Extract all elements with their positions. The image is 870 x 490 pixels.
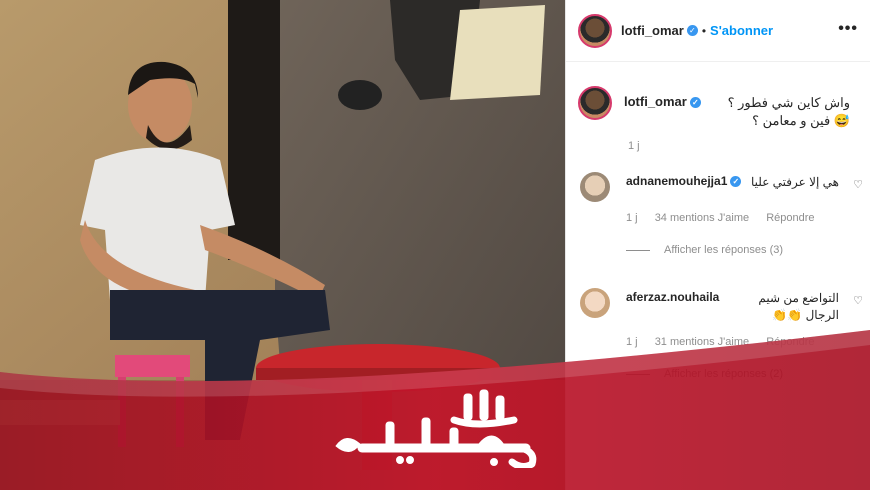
separator-dot: •	[701, 23, 707, 38]
more-options-icon[interactable]: •••	[838, 20, 858, 38]
reply-link[interactable]: Répondre	[766, 212, 814, 224]
verified-icon: ✓	[686, 25, 698, 36]
commenter-avatar[interactable]	[580, 288, 610, 318]
view-replies-text: Afficher les réponses (3)	[664, 244, 784, 256]
replies-divider-line	[626, 249, 650, 251]
comment-likes[interactable]: 34 mentions J'aime	[655, 212, 749, 224]
commenter-username[interactable]: adnanemouhejja1 ✓	[626, 174, 742, 188]
follow-button[interactable]: S'abonner	[710, 23, 773, 38]
comment-meta: 1 j 34 mentions J'aime Répondre	[626, 212, 829, 224]
comment-text: التواضع من شيم الرجال 👏👏	[758, 291, 839, 322]
comment-time: 1 j	[626, 336, 638, 348]
lalla-moulati-logo	[335, 389, 537, 468]
post-side-panel: lotfi_omar ✓ • S'abonner ••• lotfi_omar ✓…	[565, 0, 870, 490]
comment-meta: 1 j 31 mentions J'aime Répondre	[626, 336, 829, 348]
verified-icon: ✓	[689, 97, 701, 108]
caption-username[interactable]: lotfi_omar ✓	[624, 94, 701, 109]
author-avatar[interactable]	[578, 13, 612, 48]
commenter-avatar[interactable]	[580, 172, 610, 202]
view-replies-link[interactable]: Afficher les réponses (2)	[626, 368, 783, 380]
author-username[interactable]: lotfi_omar	[621, 23, 684, 38]
caption-username-text: lotfi_omar	[624, 94, 687, 109]
view-replies-link[interactable]: Afficher les réponses (3)	[626, 244, 783, 256]
post-header: lotfi_omar ✓ • S'abonner •••	[566, 0, 870, 62]
caption-time: 1 j	[628, 140, 640, 152]
commenter-username-text: adnanemouhejja1	[626, 174, 728, 188]
reply-link[interactable]: Répondre	[766, 336, 814, 348]
caption-text: واش كاين شي فطور ؟ 😅 فين و معامن ؟	[727, 95, 850, 128]
like-heart-icon[interactable]: ♡	[853, 178, 863, 191]
view-replies-text: Afficher les réponses (2)	[664, 368, 784, 380]
comment-text: هي إلا عرفتي عليا	[750, 175, 839, 189]
replies-divider-line	[626, 373, 650, 375]
comment-time: 1 j	[626, 212, 638, 224]
like-heart-icon[interactable]: ♡	[853, 294, 863, 307]
caption-avatar[interactable]	[578, 86, 612, 120]
comment-likes[interactable]: 31 mentions J'aime	[655, 336, 749, 348]
commenter-username[interactable]: aferzaz.nouhaila	[626, 290, 719, 304]
